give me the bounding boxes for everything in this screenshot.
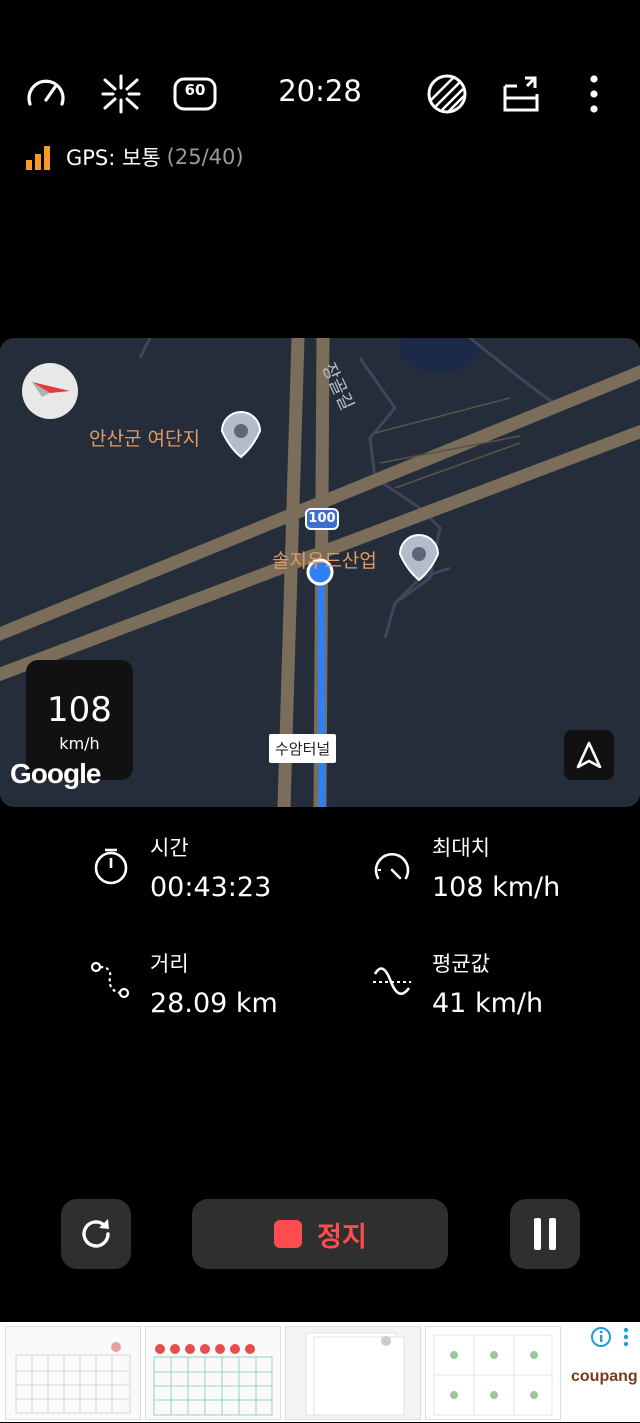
- max-value: 108 km/h: [432, 872, 561, 903]
- distance-label: 거리: [150, 952, 189, 976]
- current-speed-unit: km/h: [59, 734, 100, 753]
- theme-icon[interactable]: [423, 70, 471, 118]
- reset-icon: [82, 1219, 110, 1248]
- coupang-logo[interactable]: coupang: [571, 1368, 638, 1386]
- gps-count: (25/40): [166, 145, 244, 169]
- signal-icon: [26, 146, 50, 170]
- reset-button[interactable]: [61, 1199, 131, 1269]
- ad-banner[interactable]: coupang: [0, 1322, 640, 1422]
- pause-button[interactable]: [510, 1199, 580, 1269]
- avg-stat: 평균값 41 km/h: [432, 948, 543, 1019]
- gps-label: GPS: 보통: [66, 146, 161, 170]
- info-icon[interactable]: [590, 1326, 612, 1352]
- hud-icon[interactable]: [97, 70, 145, 118]
- speed-limit-icon[interactable]: 60: [171, 70, 219, 118]
- ad-product-image[interactable]: [5, 1326, 141, 1420]
- clock: 20:28: [278, 74, 362, 108]
- route-icon: [90, 961, 130, 999]
- more-icon[interactable]: [570, 70, 618, 118]
- time-label: 시간: [150, 836, 189, 860]
- map-view[interactable]: 100 장골길 안산군 여단지 솔지우드산업 수암터널 108 km/h Goo…: [0, 338, 640, 807]
- pause-icon: [534, 1218, 556, 1250]
- stop-label: 정지: [317, 1221, 367, 1253]
- max-label: 최대치: [432, 836, 490, 860]
- stop-button[interactable]: 정지: [192, 1199, 448, 1269]
- speed-limit-value: 60: [184, 81, 206, 99]
- max-stat: 최대치 108 km/h: [432, 832, 560, 903]
- stop-icon: [274, 1220, 303, 1248]
- ad-product-image[interactable]: [425, 1326, 561, 1420]
- time-stat: 시간 00:43:23: [150, 832, 271, 903]
- wave-icon: [373, 967, 411, 996]
- ad-product-image[interactable]: [285, 1326, 421, 1420]
- distance-stat: 거리 28.09 km: [150, 948, 278, 1019]
- ad-more-icon[interactable]: [621, 1326, 631, 1352]
- time-value: 00:43:23: [150, 872, 272, 903]
- distance-value: 28.09 km: [150, 988, 278, 1019]
- avg-label: 평균값: [432, 952, 490, 976]
- poi-label[interactable]: 안산군 여단지: [89, 424, 200, 451]
- route-shield: 100: [308, 511, 336, 526]
- road-label: 수암터널: [269, 734, 337, 763]
- navigation-arrow-button[interactable]: [564, 730, 614, 780]
- speedometer-icon[interactable]: [22, 70, 70, 118]
- gps-status: GPS: 보통 (25/40): [26, 142, 244, 172]
- timer-icon: [94, 848, 128, 885]
- ad-product-image[interactable]: [145, 1326, 281, 1420]
- google-logo: Google: [10, 758, 101, 789]
- gauge-icon: [374, 852, 410, 880]
- current-speed-value: 108: [47, 690, 112, 730]
- navigation-arrow-icon: [576, 741, 602, 769]
- window-icon[interactable]: [497, 70, 545, 118]
- poi-label[interactable]: 솔지우드산업: [272, 546, 377, 573]
- compass-icon[interactable]: [22, 363, 78, 419]
- avg-value: 41 km/h: [432, 988, 544, 1019]
